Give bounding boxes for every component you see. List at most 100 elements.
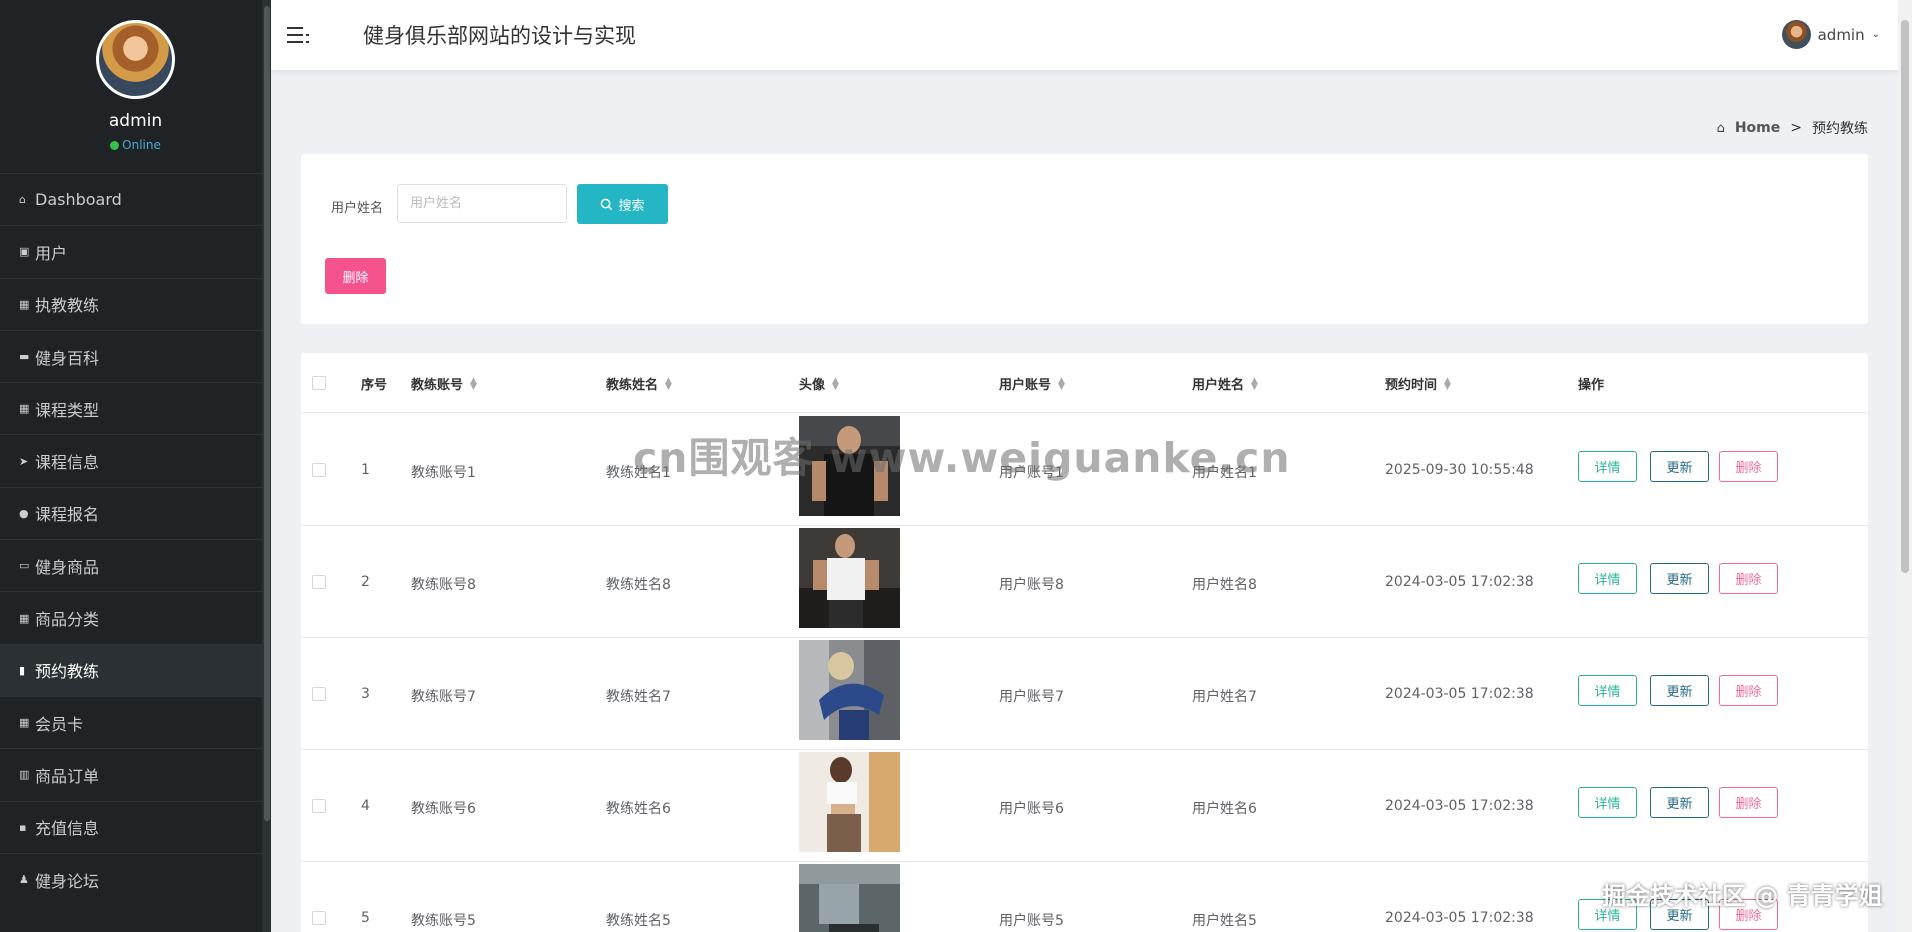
user-menu[interactable]: admin ⌄ bbox=[1781, 20, 1880, 49]
sort-icon[interactable]: ▲ ▼ bbox=[1058, 376, 1065, 391]
sort-icon[interactable]: ▲ ▼ bbox=[1444, 376, 1451, 391]
header-user-name[interactable]: 用户姓名 ▲ ▼ bbox=[1192, 374, 1258, 393]
update-button[interactable]: 更新 bbox=[1650, 451, 1709, 482]
cell-coach-name: 教练姓名7 bbox=[606, 689, 671, 705]
header-actions: 操作 bbox=[1578, 378, 1605, 393]
status-badge: Online bbox=[0, 138, 271, 152]
sidebar-item-coaches[interactable]: ▦ 执教教练 bbox=[0, 277, 271, 330]
sidebar-item-booking[interactable]: ▮ 预约教练 bbox=[0, 643, 271, 696]
clipboard-icon: ▣ bbox=[19, 245, 30, 259]
row-checkbox[interactable] bbox=[312, 463, 326, 477]
cell-time: 2024-03-05 17:02:38 bbox=[1385, 574, 1534, 590]
page-scroll-thumb[interactable] bbox=[1901, 20, 1909, 573]
top-header: 健身俱乐部网站的设计与实现 admin ⌄ bbox=[271, 0, 1898, 70]
batch-delete-button[interactable]: 删除 bbox=[325, 258, 386, 294]
cell-index: 5 bbox=[361, 910, 370, 926]
sidebar-item-label: 课程报名 bbox=[35, 505, 100, 525]
sidebar-scroll-thumb[interactable] bbox=[264, 6, 270, 821]
detail-button[interactable]: 详情 bbox=[1578, 451, 1637, 482]
sidebar-item-user[interactable]: ▣ 用户 bbox=[0, 225, 271, 277]
sort-icon[interactable]: ▲ ▼ bbox=[1251, 376, 1258, 391]
row-checkbox[interactable] bbox=[312, 911, 326, 925]
search-icon bbox=[601, 198, 613, 210]
sidebar-item-course-signup[interactable]: ● 课程报名 bbox=[0, 486, 271, 539]
cell-time: 2025-09-30 10:55:48 bbox=[1385, 462, 1534, 478]
sort-icon[interactable]: ▲ ▼ bbox=[832, 376, 839, 391]
sidebar-item-products[interactable]: ▭ 健身商品 bbox=[0, 539, 271, 591]
delete-button[interactable]: 删除 bbox=[1719, 675, 1778, 706]
coach-photo[interactable] bbox=[799, 752, 900, 852]
sidebar-item-course-types[interactable]: ▦ 课程类型 bbox=[0, 382, 271, 434]
sidebar-item-product-categories[interactable]: ▦ 商品分类 bbox=[0, 591, 271, 643]
search-button[interactable]: 搜索 bbox=[577, 184, 668, 224]
coach-photo[interactable] bbox=[799, 864, 900, 932]
table-row: 2 教练账号8 教练姓名8 用户账号8 用户姓名8 2024-03-05 17:… bbox=[301, 526, 1868, 638]
detail-button[interactable]: 详情 bbox=[1578, 787, 1637, 818]
sidebar-item-forum[interactable]: ♟ 健身论坛 bbox=[0, 852, 271, 905]
row-checkbox[interactable] bbox=[312, 687, 326, 701]
sidebar-item-label: 会员卡 bbox=[35, 714, 84, 734]
detail-button[interactable]: 详情 bbox=[1578, 563, 1637, 594]
detail-button[interactable]: 详情 bbox=[1578, 675, 1637, 706]
watermark-text: cn围观客 www.weiguanke.cn bbox=[633, 434, 1291, 482]
sidebar-scrollbar[interactable] bbox=[262, 0, 271, 932]
header-coach-name[interactable]: 教练姓名 ▲ ▼ bbox=[606, 374, 672, 393]
update-button[interactable]: 更新 bbox=[1650, 675, 1709, 706]
delete-button[interactable]: 删除 bbox=[1719, 787, 1778, 818]
sidebar-item-membership[interactable]: ▦ 会员卡 bbox=[0, 695, 271, 748]
search-button-label: 搜索 bbox=[618, 198, 645, 214]
sidebar-item-label: 健身百科 bbox=[35, 348, 100, 368]
chevron-down-icon: ⌄ bbox=[1871, 29, 1880, 40]
sidebar-item-recharge[interactable]: ▪ 充值信息 bbox=[0, 800, 271, 853]
user-icon: ♟ bbox=[19, 873, 29, 886]
cell-index: 1 bbox=[361, 462, 370, 478]
cell-coach-name: 教练姓名5 bbox=[606, 913, 671, 929]
row-checkbox[interactable] bbox=[312, 575, 326, 589]
menu-toggle-icon[interactable] bbox=[287, 25, 311, 45]
cell-time: 2024-03-05 17:02:38 bbox=[1385, 798, 1534, 814]
delete-button[interactable]: 删除 bbox=[1719, 451, 1778, 482]
sidebar-item-encyclopedia[interactable]: ▬ 健身百科 bbox=[0, 329, 271, 382]
cell-coach-name: 教练姓名8 bbox=[606, 577, 671, 593]
sort-icon[interactable]: ▲ ▼ bbox=[665, 376, 672, 391]
briefcase-icon: ▬ bbox=[19, 350, 30, 364]
cell-time: 2024-03-05 17:02:38 bbox=[1385, 686, 1534, 702]
search-input[interactable] bbox=[397, 184, 567, 223]
select-all-checkbox[interactable] bbox=[312, 376, 326, 390]
search-label: 用户姓名 bbox=[331, 201, 384, 216]
comment-icon: ▪ bbox=[19, 820, 27, 834]
cell-user-name: 用户姓名6 bbox=[1192, 801, 1257, 817]
sidebar-item-label: 商品订单 bbox=[35, 766, 100, 786]
update-button[interactable]: 更新 bbox=[1650, 787, 1709, 818]
sidebar-item-label: 商品分类 bbox=[35, 610, 100, 630]
paper-plane-icon: ➤ bbox=[19, 454, 29, 468]
bar-chart-icon: ▥ bbox=[19, 768, 30, 782]
sidebar: admin Online ⌂ Dashboard ▣ 用户 ▦ 执教教练 ▬ 健身百科 … bbox=[0, 0, 271, 932]
page-scrollbar[interactable] bbox=[1898, 0, 1912, 932]
coach-photo[interactable] bbox=[799, 528, 900, 628]
row-checkbox[interactable] bbox=[312, 799, 326, 813]
breadcrumb-home[interactable]: Home bbox=[1735, 120, 1780, 136]
cell-coach-name: 教练姓名6 bbox=[606, 801, 671, 817]
profile-panel: admin Online bbox=[0, 0, 271, 173]
cell-user-name: 用户姓名7 bbox=[1192, 689, 1257, 705]
coach-photo[interactable] bbox=[799, 640, 900, 740]
sidebar-item-course-info[interactable]: ➤ 课程信息 bbox=[0, 434, 271, 486]
header-time[interactable]: 预约时间 ▲ ▼ bbox=[1385, 374, 1451, 393]
page-title: 健身俱乐部网站的设计与实现 bbox=[363, 24, 636, 48]
sort-icon[interactable]: ▲ ▼ bbox=[470, 376, 477, 391]
cell-index: 2 bbox=[361, 574, 370, 590]
sidebar-item-label: 用户 bbox=[35, 243, 68, 263]
sidebar-item-orders[interactable]: ▥ 商品订单 bbox=[0, 748, 271, 800]
breadcrumb: ⌂ Home > 预约教练 bbox=[1717, 118, 1868, 138]
header-coach-account[interactable]: 教练账号 ▲ ▼ bbox=[411, 374, 477, 393]
cell-time: 2024-03-05 17:02:38 bbox=[1385, 910, 1534, 926]
header-avatar[interactable]: 头像 ▲ ▼ bbox=[799, 374, 839, 393]
cell-user-name: 用户姓名5 bbox=[1192, 913, 1257, 929]
header-user-account[interactable]: 用户账号 ▲ ▼ bbox=[999, 374, 1065, 393]
status-text: Online bbox=[122, 138, 161, 152]
avatar bbox=[1781, 20, 1811, 49]
update-button[interactable]: 更新 bbox=[1650, 563, 1709, 594]
delete-button[interactable]: 删除 bbox=[1719, 563, 1778, 594]
sidebar-item-dashboard[interactable]: ⌂ Dashboard bbox=[0, 173, 271, 225]
